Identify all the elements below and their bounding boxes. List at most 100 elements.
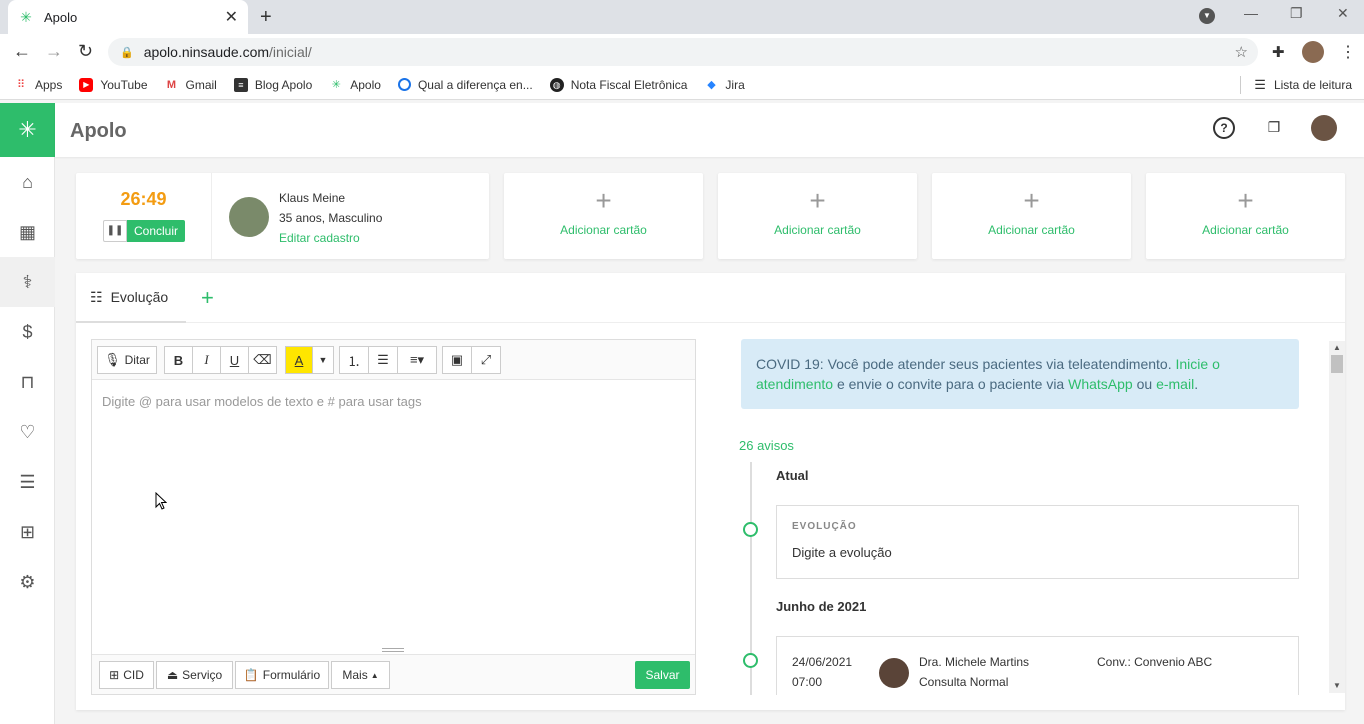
color-dropdown-icon[interactable]: ▼: [312, 346, 334, 374]
bookmark-apps[interactable]: ⠿ Apps: [14, 78, 62, 92]
youtube-icon: ▶: [79, 77, 94, 92]
bookmark-apolo[interactable]: ✳ Apolo: [329, 78, 381, 92]
reload-icon[interactable]: ↻: [78, 41, 93, 62]
back-icon[interactable]: ←: [13, 41, 31, 62]
resize-handle[interactable]: [382, 648, 404, 652]
editor-placeholder[interactable]: Digite @ para usar modelos de texto e # …: [102, 394, 422, 409]
add-card-1[interactable]: + Adicionar cartão: [504, 173, 703, 259]
unordered-list-icon[interactable]: ☰: [368, 346, 398, 374]
bookmark-gmail[interactable]: M Gmail: [165, 78, 217, 92]
close-window-icon[interactable]: ✕: [1337, 5, 1349, 22]
covid-text: .: [1194, 376, 1199, 392]
more-label: Mais: [342, 668, 368, 682]
report-icon[interactable]: ☰: [0, 457, 55, 507]
whatsapp-link[interactable]: WhatsApp: [1068, 376, 1133, 392]
dashboard-icon[interactable]: ⊞: [0, 507, 55, 557]
underline-button[interactable]: U: [220, 346, 249, 374]
doctor-name: Dra. Michele Martins: [919, 655, 1030, 669]
app-logo-icon[interactable]: ✳: [0, 103, 55, 157]
dictate-button[interactable]: 🎙 Ditar: [97, 346, 157, 374]
edit-patient-link[interactable]: Editar cadastro: [279, 231, 360, 245]
minimize-icon[interactable]: —: [1244, 5, 1258, 21]
bookmark-jira[interactable]: ◆ Jira: [704, 78, 745, 92]
heart-pulse-icon[interactable]: ♡: [0, 407, 55, 457]
bookmark-label: Nota Fiscal Eletrônica: [570, 77, 688, 92]
browser-menu-icon[interactable]: ⋮: [1340, 42, 1356, 62]
browser-tab[interactable]: ✳ Apolo ✕: [8, 0, 248, 34]
shopping-bag-icon[interactable]: ⊓: [0, 357, 55, 407]
notices-link[interactable]: 26 avisos: [739, 438, 794, 453]
timeline-entry[interactable]: 24/06/2021 07:00 Dra. Michele Martins Co…: [776, 636, 1299, 695]
tab-search-icon[interactable]: ▼: [1199, 8, 1215, 24]
form-label: Formulário: [262, 668, 321, 682]
bookmark-label: Gmail: [185, 77, 217, 92]
close-tab-icon[interactable]: ✕: [225, 7, 238, 27]
add-card-label: Adicionar cartão: [774, 223, 861, 237]
eraser-icon[interactable]: ⌫: [248, 346, 277, 374]
bookmarks-divider: [1240, 76, 1241, 94]
timeline-scrollbar[interactable]: ▲ ▼: [1329, 341, 1345, 693]
user-avatar[interactable]: [1311, 115, 1337, 141]
tab-evolution-label: Evolução: [110, 289, 169, 305]
evolution-tag: EVOLUÇÃO: [792, 521, 857, 532]
main-panel: ☷ Evolução + 🎙 Ditar B I U ⌫ A ▼ ⒈ ☰ ≡▾ …: [76, 273, 1345, 710]
url-path: /inicial/: [269, 44, 312, 60]
scroll-down-icon[interactable]: ▼: [1333, 681, 1341, 690]
help-icon[interactable]: ?: [1213, 117, 1235, 139]
cid-button[interactable]: ⊞ CID: [99, 661, 154, 689]
mouse-cursor-icon: [155, 492, 167, 510]
scroll-up-icon[interactable]: ▲: [1333, 343, 1341, 352]
new-tab-icon[interactable]: +: [260, 6, 272, 29]
conclude-button[interactable]: Concluir: [127, 220, 186, 242]
form-button[interactable]: 📋 Formulário: [235, 661, 329, 689]
add-card-4[interactable]: + Adicionar cartão: [1146, 173, 1345, 259]
browser-profile-avatar[interactable]: [1302, 41, 1324, 63]
bookmark-label: Apolo: [350, 77, 381, 92]
image-icon[interactable]: ▣: [442, 346, 472, 374]
bookmark-youtube[interactable]: ▶ YouTube: [79, 77, 148, 92]
browser-toolbar: ← → ↻ 🔒 apolo.ninsaude.com/inicial/ ☆ ✚ …: [0, 34, 1364, 70]
bold-button[interactable]: B: [164, 346, 193, 374]
fullscreen-icon[interactable]: ⤢: [471, 346, 501, 374]
settings-gear-icon[interactable]: ⚙: [0, 557, 55, 607]
reading-list[interactable]: ☰ Lista de leitura: [1254, 77, 1352, 93]
highlight-color-button[interactable]: A: [285, 346, 313, 374]
stethoscope-icon[interactable]: ⚕: [0, 257, 55, 307]
forward-icon[interactable]: →: [45, 41, 63, 62]
email-link[interactable]: e-mail: [1156, 376, 1194, 392]
bookmark-star-icon[interactable]: ☆: [1235, 43, 1248, 61]
ordered-list-icon[interactable]: ⒈: [339, 346, 369, 374]
add-card-2[interactable]: + Adicionar cartão: [718, 173, 917, 259]
cid-label: CID: [123, 668, 144, 682]
restore-icon[interactable]: ❐: [1290, 5, 1303, 22]
apolo-icon: ✳: [331, 78, 341, 91]
service-button[interactable]: ⏏ Serviço: [156, 661, 233, 689]
home-icon[interactable]: ⌂: [0, 157, 55, 207]
entry-date: 24/06/2021: [792, 655, 853, 669]
align-dropdown-icon[interactable]: ≡▾: [397, 346, 437, 374]
more-button[interactable]: Mais ▲: [331, 661, 390, 689]
bookmark-blog-apolo[interactable]: ≡ Blog Apolo: [233, 77, 312, 92]
extensions-icon[interactable]: ✚: [1272, 43, 1285, 61]
pause-button[interactable]: ❚❚: [103, 220, 127, 242]
add-tab-icon[interactable]: +: [201, 285, 214, 311]
gmail-icon: M: [166, 78, 177, 91]
new-evolution-card[interactable]: EVOLUÇÃO Digite a evolução: [776, 505, 1299, 579]
save-button[interactable]: Salvar: [635, 661, 690, 689]
bookmark-nota-fiscal[interactable]: ◍ Nota Fiscal Eletrônica: [549, 77, 688, 92]
add-card-3[interactable]: + Adicionar cartão: [932, 173, 1131, 259]
address-bar[interactable]: 🔒 apolo.ninsaude.com/inicial/ ☆: [108, 38, 1258, 66]
tab-evolution[interactable]: ☷ Evolução: [76, 273, 186, 323]
scroll-thumb[interactable]: [1331, 355, 1343, 373]
calendar-icon[interactable]: ▦: [0, 207, 55, 257]
tab-title: Apolo: [44, 9, 78, 25]
covid-text: ou: [1136, 376, 1153, 392]
bookmark-label: YouTube: [100, 77, 148, 92]
dollar-icon[interactable]: $: [0, 307, 55, 357]
globe-icon: ◍: [549, 77, 564, 92]
italic-button[interactable]: I: [192, 346, 221, 374]
chat-icon[interactable]: ❐: [1263, 117, 1285, 139]
bookmark-qual-diferenca[interactable]: Qual a diferença en...: [397, 78, 533, 92]
list-icon: ☷: [90, 288, 103, 305]
jira-icon: ◆: [707, 78, 716, 91]
